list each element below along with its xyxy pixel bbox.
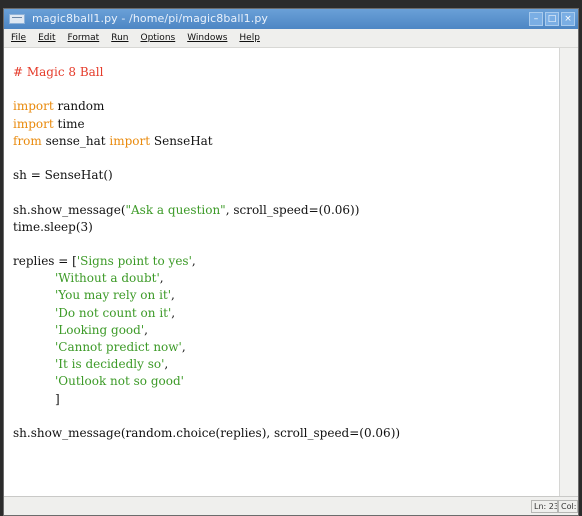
- code-line: ]: [13, 391, 400, 408]
- string-token: 'You may rely on it': [54, 288, 172, 303]
- code-line: 'Looking good',: [54, 322, 148, 337]
- code-token: , scroll_speed=(0.06)): [225, 202, 360, 217]
- window-title: magic8ball1.py - /home/pi/magic8ball1.py: [32, 12, 269, 25]
- code-line: import time: [13, 116, 400, 133]
- code-line: 'Without a doubt',: [54, 271, 164, 286]
- column-number-status: Col: 0: [558, 500, 578, 513]
- maximize-icon[interactable]: □: [545, 12, 559, 26]
- code-editor[interactable]: # Magic 8 Ball import random import time…: [4, 48, 560, 497]
- string-token: 'Cannot predict now': [54, 340, 182, 354]
- code-token: replies = [: [13, 254, 77, 269]
- idle-editor-window: magic8ball1.py - /home/pi/magic8ball1.py…: [3, 8, 579, 516]
- string-token: "Ask a question": [125, 202, 226, 217]
- code-line: 'Outlook not so good': [13, 373, 400, 390]
- vertical-scrollbar[interactable]: [559, 48, 578, 497]
- code-token: ]: [54, 391, 60, 406]
- code-token: sh.show_message(random.choice(replies), …: [13, 425, 401, 440]
- code-token: sh.show_message(: [13, 202, 126, 217]
- code-token: time.sleep(3): [13, 219, 93, 234]
- code-line: time.sleep(3): [13, 219, 400, 236]
- menu-format[interactable]: Format: [68, 33, 100, 43]
- menu-run[interactable]: Run: [111, 33, 128, 43]
- menu-windows[interactable]: Windows: [187, 33, 227, 43]
- minimize-icon[interactable]: –: [529, 12, 543, 26]
- app-window-icon: [9, 14, 25, 24]
- keyword-token: import: [13, 116, 54, 131]
- string-token: 'Outlook not so good': [54, 374, 184, 389]
- status-bar: Ln: 23 Col: 0: [4, 496, 578, 515]
- code-line: 'Do not count on it',: [54, 305, 176, 320]
- code-line: sh = SenseHat(): [13, 167, 400, 184]
- code-text: # Magic 8 Ball import random import time…: [13, 64, 400, 442]
- code-line: 'Cannot predict now',: [54, 340, 186, 354]
- code-line: # Magic 8 Ball: [13, 64, 400, 81]
- code-line: 'You may rely on it',: [54, 288, 175, 303]
- menu-bar: File Edit Format Run Options Windows Hel…: [4, 29, 578, 48]
- code-line: replies = ['Signs point to yes',: [13, 254, 196, 269]
- code-token: sh = SenseHat(): [13, 168, 113, 183]
- string-token: 'Do not count on it': [54, 305, 172, 320]
- string-token: 'It is decidedly so': [54, 357, 165, 372]
- keyword-token: import: [13, 99, 54, 114]
- window-controls: – □ ×: [529, 12, 575, 26]
- code-line: import random: [13, 98, 400, 115]
- menu-edit[interactable]: Edit: [38, 33, 55, 43]
- title-bar[interactable]: magic8ball1.py - /home/pi/magic8ball1.py…: [4, 9, 578, 29]
- code-token: time: [53, 116, 85, 131]
- string-token: 'Without a doubt': [54, 271, 160, 286]
- menu-file[interactable]: File: [11, 33, 26, 43]
- code-line: sh.show_message("Ask a question", scroll…: [13, 202, 400, 219]
- string-token: 'Signs point to yes': [76, 254, 192, 269]
- string-token: 'Looking good': [54, 322, 145, 337]
- menu-options[interactable]: Options: [140, 33, 175, 43]
- comment-token: # Magic 8 Ball: [13, 65, 104, 79]
- close-icon[interactable]: ×: [561, 12, 575, 26]
- code-token: sense_hat: [41, 133, 110, 148]
- keyword-token: import: [109, 133, 151, 148]
- menu-help[interactable]: Help: [239, 33, 260, 43]
- code-line: 'It is decidedly so',: [54, 357, 169, 372]
- code-token: random: [53, 99, 105, 114]
- code-line: sh.show_message(random.choice(replies), …: [13, 425, 400, 442]
- code-token: SenseHat: [150, 133, 213, 148]
- line-number-status: Ln: 23: [531, 500, 558, 513]
- code-line: from sense_hat import SenseHat: [13, 133, 400, 150]
- keyword-token: from: [13, 133, 42, 148]
